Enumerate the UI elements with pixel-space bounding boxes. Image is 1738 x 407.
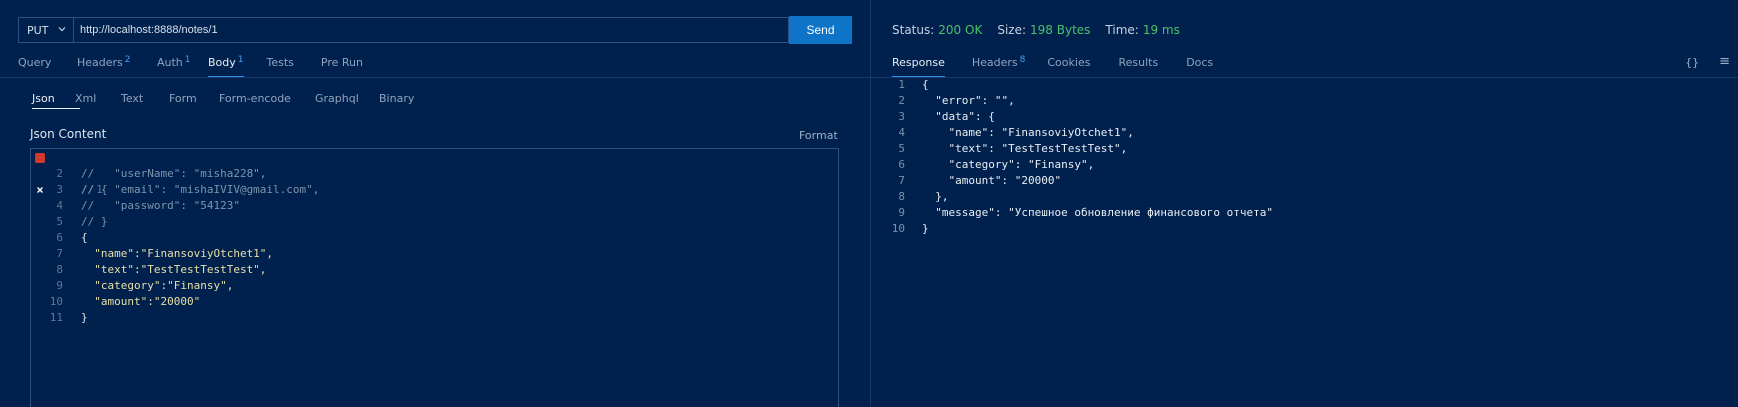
json-editor[interactable]: 1// { 2// "userName": "misha228", 3// "e…: [30, 148, 839, 407]
send-button[interactable]: Send: [789, 16, 852, 44]
time-label: Time:: [1105, 23, 1139, 37]
editor-line: 1// {: [31, 150, 108, 196]
body-tab-binary[interactable]: Binary: [379, 92, 414, 109]
body-type-tabs: Json Xml Text Form Form-encode Graphql B…: [32, 92, 414, 109]
response-status-bar: Status: 200 OK Size: 198 Bytes Time: 19 …: [892, 23, 1180, 37]
response-tabs: Response Headers 8 Cookies Results Docs: [892, 55, 1213, 78]
headers-count-badge: 2: [124, 55, 131, 65]
tab-body[interactable]: Body 1: [208, 55, 244, 78]
body-tab-text[interactable]: Text: [121, 92, 167, 109]
request-tabs: Query Headers 2 Auth 1 Body 1 Tests Pre Run: [18, 55, 363, 78]
tab-cookies[interactable]: Cookies: [1047, 56, 1090, 78]
time-value: 19 ms: [1142, 23, 1180, 37]
tab-response-headers[interactable]: Headers 8: [972, 55, 1026, 78]
tab-response[interactable]: Response: [892, 56, 945, 78]
body-count-badge: 1: [237, 55, 244, 65]
tab-headers[interactable]: Headers 2: [77, 55, 137, 78]
format-button[interactable]: Format: [799, 129, 838, 142]
method-select[interactable]: PUT: [18, 17, 73, 43]
status-label: Status:: [892, 23, 935, 37]
method-value: PUT: [27, 23, 49, 37]
body-tab-xml[interactable]: Xml: [75, 92, 127, 109]
tab-results[interactable]: Results: [1118, 56, 1158, 78]
body-tab-form-encode[interactable]: Form-encode: [219, 92, 315, 109]
status-value: 200 OK: [938, 23, 983, 37]
url-value: http://localhost:8888/notes/1: [80, 24, 218, 36]
tab-docs[interactable]: Docs: [1186, 56, 1213, 78]
auth-count-badge: 1: [184, 55, 191, 65]
body-tab-graphql[interactable]: Graphql: [315, 92, 381, 109]
body-tab-json[interactable]: Json: [32, 92, 80, 109]
json-content-title: Json Content: [30, 127, 107, 141]
tab-auth[interactable]: Auth 1: [157, 55, 200, 78]
url-input[interactable]: http://localhost:8888/notes/1: [73, 17, 789, 43]
response-toolbar: {} ≡: [1685, 54, 1730, 69]
tab-query[interactable]: Query: [18, 56, 78, 78]
response-tabs-divider: [871, 77, 1738, 78]
tab-tests[interactable]: Tests: [267, 56, 294, 78]
response-pane: Status: 200 OK Size: 198 Bytes Time: 19 …: [871, 0, 1738, 407]
error-icon: [35, 153, 45, 193]
body-tab-form[interactable]: Form: [169, 92, 222, 109]
json-braces-icon[interactable]: {}: [1685, 56, 1699, 69]
size-value: 198 Bytes: [1030, 23, 1091, 37]
menu-lines-icon[interactable]: ≡: [1719, 54, 1730, 69]
size-label: Size:: [997, 23, 1027, 37]
tab-pre-run[interactable]: Pre Run: [321, 56, 363, 78]
tabs-divider: [0, 77, 870, 78]
response-headers-count-badge: 8: [1019, 55, 1026, 65]
chevron-down-icon: [58, 27, 66, 32]
request-pane: PUT http://localhost:8888/notes/1 Send Q…: [0, 0, 870, 407]
